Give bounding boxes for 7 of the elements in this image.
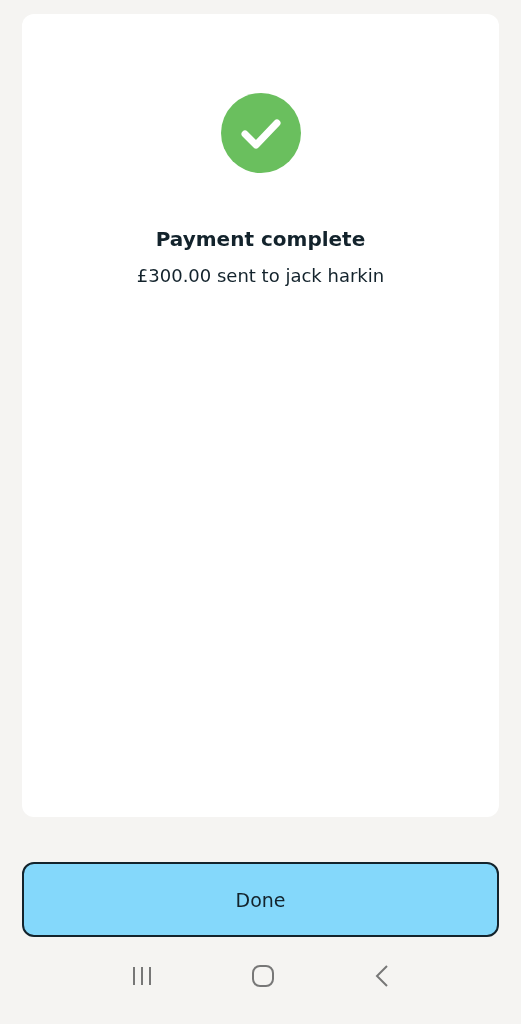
back-icon[interactable]	[373, 963, 390, 988]
recent-apps-icon[interactable]	[131, 965, 154, 986]
home-icon[interactable]	[251, 963, 276, 988]
checkmark-icon	[220, 93, 301, 173]
confirmation-title: Payment complete	[155, 227, 366, 251]
confirmation-message: £300.00 sent to jack harkin	[136, 265, 385, 286]
done-button[interactable]: Done	[22, 862, 499, 937]
